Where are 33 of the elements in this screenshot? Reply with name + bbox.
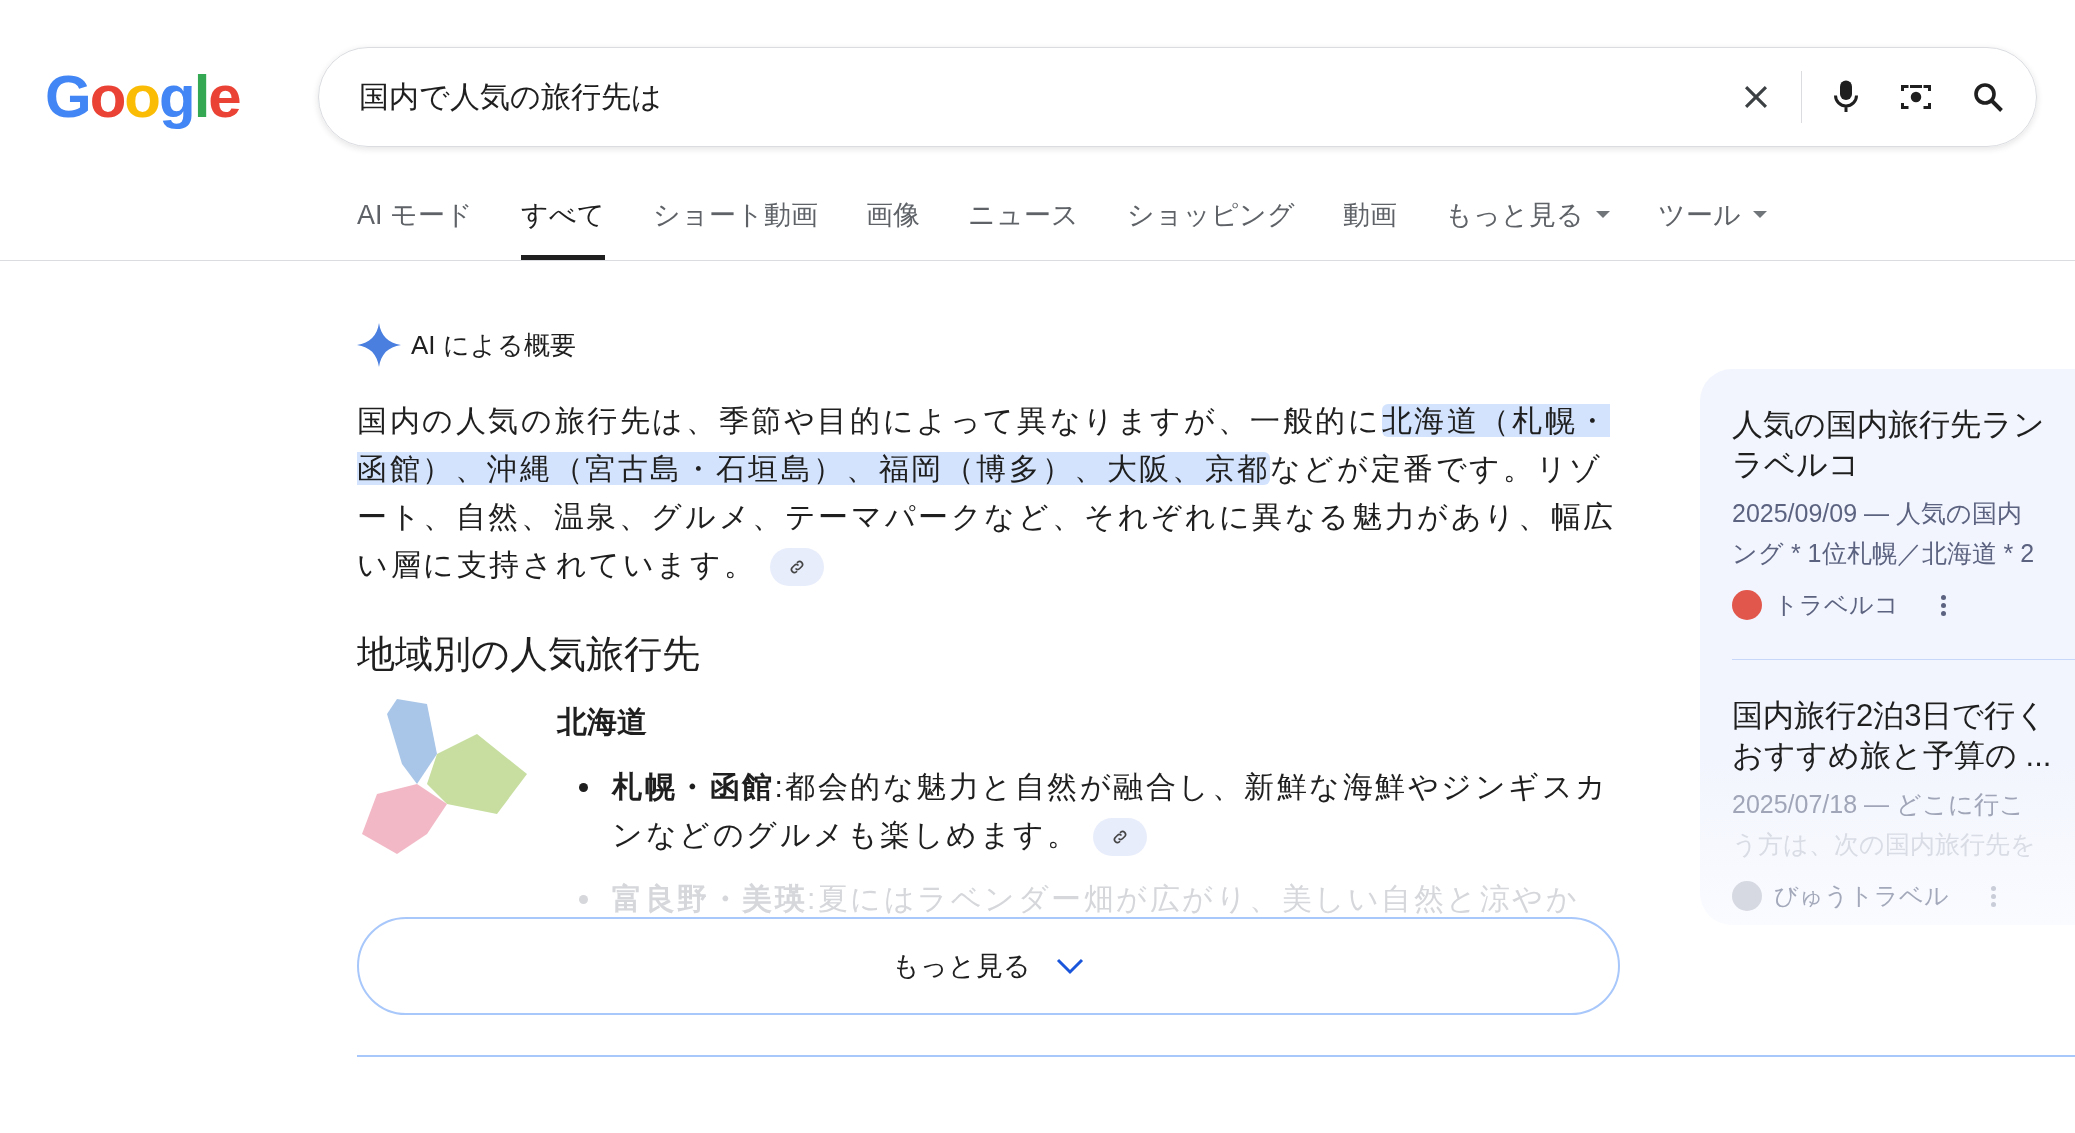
sparkle-icon — [357, 323, 401, 367]
snippet-text: 2025/09/09 — 人気の国内 — [1732, 498, 2023, 529]
snippet-text: 2025/07/18 — どこに行こ — [1732, 789, 2026, 820]
snippet-text: ング * 1位札幌／北海道 * 2 — [1732, 538, 2036, 569]
tab[interactable]: 動画 — [1343, 197, 1397, 260]
caret-icon — [1753, 211, 1767, 219]
tab[interactable]: ツール — [1658, 197, 1767, 260]
section-heading: 地域別の人気旅行先 — [357, 632, 701, 677]
tab[interactable]: ショッピング — [1127, 197, 1295, 260]
tab[interactable]: 画像 — [866, 197, 920, 260]
caret-icon — [1596, 211, 1610, 219]
result-title-link[interactable]: 人気の国内旅行先ラン — [1732, 405, 2075, 445]
result-title-link[interactable]: おすすめ旅と予算の ... — [1732, 736, 2075, 776]
site-name: トラベルコ — [1774, 590, 1899, 620]
google-logo[interactable]: Google — [45, 67, 318, 127]
tab[interactable]: すべて — [521, 197, 605, 260]
tab[interactable]: ショート動画 — [653, 197, 818, 260]
link-button[interactable] — [1093, 818, 1147, 857]
show-more-button[interactable]: もっと見る — [357, 917, 1620, 1015]
result-title-link[interactable]: ラベルコ — [1732, 445, 2075, 485]
summary-text: 国内の人気の旅行先は、季節や目的によって異なりますが、一般的に 北海道（札幌・函館）、沖縄（宮古島・石垣島）、福岡（博多）、大阪、京都などが定番です。リゾート、自然、温泉、グルメ、テーマパークなど、それぞれに異なる魅力があり、幅広い層に支持されています。 — [357, 397, 1620, 589]
overview-title: AI による概要 — [411, 328, 576, 362]
bullet-icon — [579, 895, 588, 904]
chevron-down-icon — [1055, 956, 1085, 976]
link-button[interactable] — [770, 548, 825, 587]
region-title: 北海道 — [557, 704, 648, 740]
bullet-icon — [579, 783, 588, 792]
tab[interactable]: ニュース — [968, 197, 1079, 260]
site-name: びゅうトラベル — [1774, 881, 1949, 911]
tab[interactable]: もっと見る — [1445, 197, 1610, 260]
result-title-link[interactable]: 国内旅行2泊3日で行く — [1732, 696, 2075, 736]
search-input[interactable]: 国内で人気の旅行先は — [357, 79, 1703, 115]
tab[interactable]: AI モード — [357, 197, 473, 260]
